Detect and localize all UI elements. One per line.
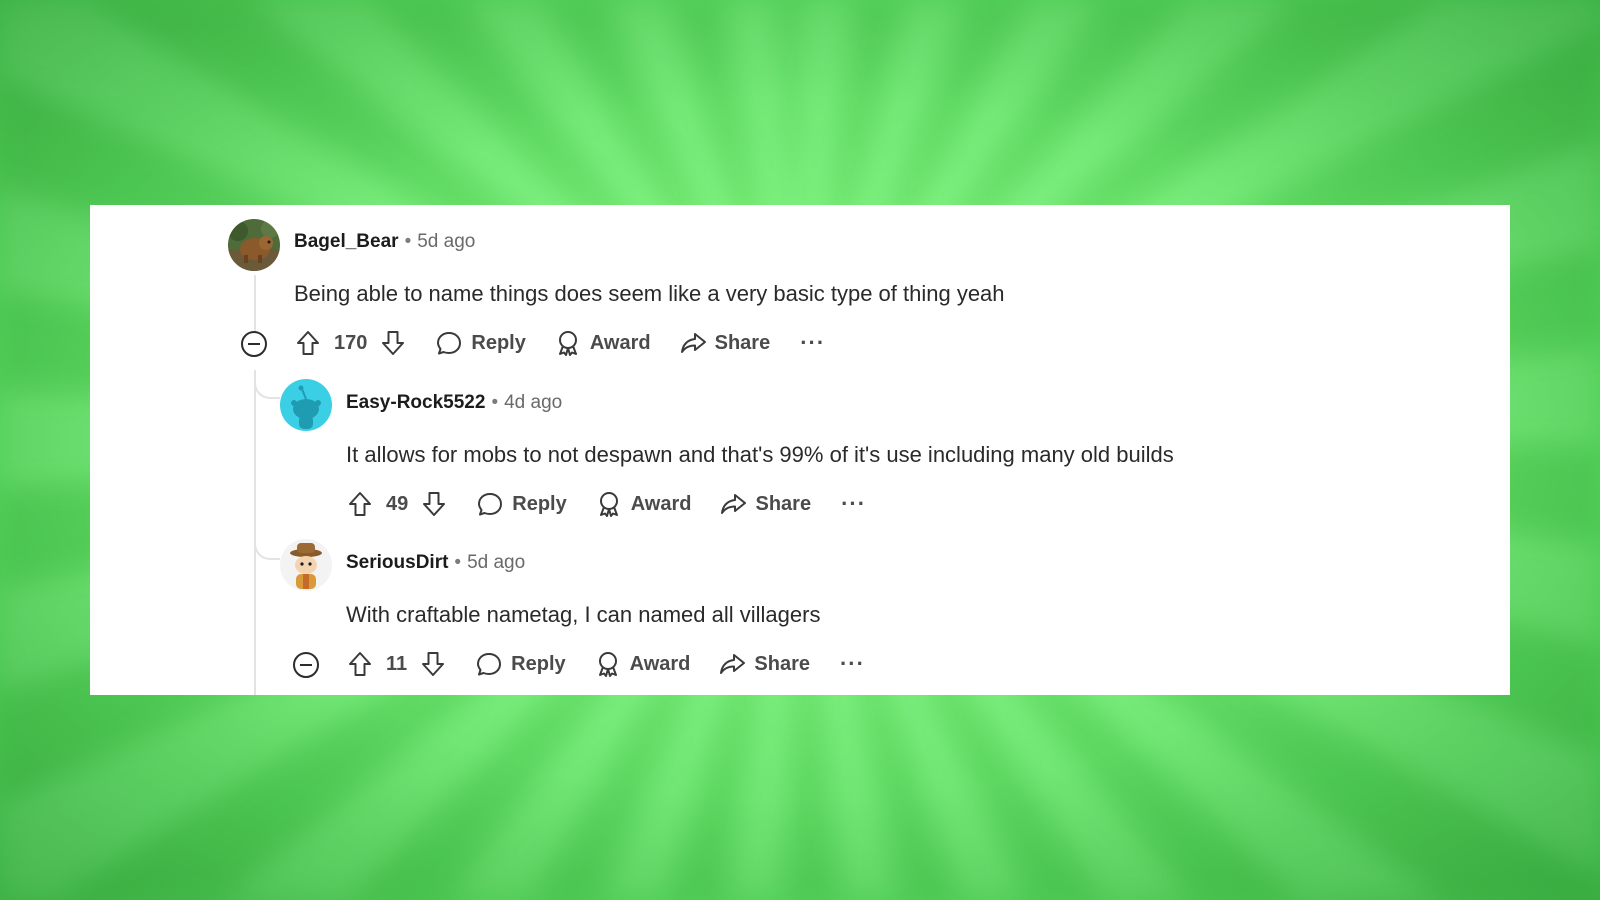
award-label: Award — [630, 492, 692, 515]
vote-score: 49 — [386, 492, 409, 515]
comment-bubble-icon — [475, 650, 503, 678]
upvote-icon[interactable] — [346, 650, 374, 678]
share-label: Share — [755, 492, 812, 515]
comment-bubble-icon — [435, 329, 463, 357]
avatar-bagel-bear[interactable] — [228, 219, 280, 271]
share-icon — [679, 329, 707, 357]
comment-actions: 11 Reply Award Share ··· — [346, 648, 865, 680]
more-options-button[interactable]: ··· — [800, 330, 825, 356]
comment-body: It allows for mobs to not despawn and th… — [346, 442, 1174, 467]
award-button[interactable]: Award — [554, 329, 651, 357]
separator-dot: • — [404, 231, 412, 252]
timestamp[interactable]: 5d ago — [467, 552, 525, 573]
reply-button[interactable]: Reply — [476, 490, 567, 518]
thread-branch-2 — [254, 538, 280, 560]
reply-label: Reply — [511, 652, 566, 675]
collapse-thread-button[interactable] — [293, 652, 319, 678]
separator-dot: • — [454, 552, 462, 573]
reply-button[interactable]: Reply — [435, 329, 526, 357]
share-icon — [719, 490, 747, 518]
timestamp[interactable]: 4d ago — [504, 392, 562, 413]
share-icon — [718, 650, 746, 678]
award-label: Award — [629, 652, 691, 675]
username[interactable]: Bagel_Bear — [294, 231, 399, 252]
collapse-thread-button[interactable] — [241, 331, 267, 357]
more-options-button[interactable]: ··· — [840, 651, 865, 677]
downvote-icon[interactable] — [420, 490, 448, 518]
comment-actions: 49 Reply Award Share ··· — [346, 488, 866, 520]
downvote-icon[interactable] — [379, 329, 407, 357]
comment-meta: SeriousDirt • 5d ago — [346, 551, 525, 575]
reply-label: Reply — [471, 331, 526, 354]
share-button[interactable]: Share — [719, 490, 811, 518]
upvote-icon[interactable] — [346, 490, 374, 518]
award-icon — [554, 329, 582, 357]
award-button[interactable]: Award — [594, 650, 691, 678]
comment-meta: Bagel_Bear • 5d ago — [294, 230, 475, 254]
separator-dot: • — [491, 392, 499, 413]
comment-thread-card: Bagel_Bear • 5d ago Being able to name thi… — [90, 205, 1510, 695]
award-label: Award — [589, 331, 651, 354]
comment-meta: Easy-Rock5522 • 4d ago — [346, 391, 562, 415]
reply-label: Reply — [512, 492, 567, 515]
downvote-icon[interactable] — [419, 650, 447, 678]
more-options-button[interactable]: ··· — [841, 491, 866, 517]
award-icon — [595, 490, 623, 518]
username[interactable]: Easy-Rock5522 — [346, 392, 485, 413]
timestamp[interactable]: 5d ago — [417, 231, 475, 252]
share-label: Share — [754, 652, 810, 675]
thread-line-nested — [254, 370, 256, 695]
award-icon — [594, 650, 622, 678]
share-button[interactable]: Share — [679, 329, 771, 357]
comment-actions: 170 Reply Award Share ··· — [294, 327, 825, 359]
vote-score: 170 — [334, 331, 368, 354]
avatar-easy-rock5522[interactable] — [280, 379, 332, 431]
award-button[interactable]: Award — [595, 490, 692, 518]
share-label: Share — [714, 331, 771, 354]
thread-branch-1 — [254, 377, 280, 399]
share-button[interactable]: Share — [718, 650, 810, 678]
vote-score: 11 — [386, 652, 408, 675]
avatar-seriousdirt[interactable] — [280, 539, 332, 591]
upvote-icon[interactable] — [294, 329, 322, 357]
comment-body: Being able to name things does seem like… — [294, 281, 1005, 306]
comment-bubble-icon — [476, 490, 504, 518]
username[interactable]: SeriousDirt — [346, 552, 448, 573]
comment-body: With craftable nametag, I can named all … — [346, 602, 821, 627]
reply-button[interactable]: Reply — [475, 650, 566, 678]
